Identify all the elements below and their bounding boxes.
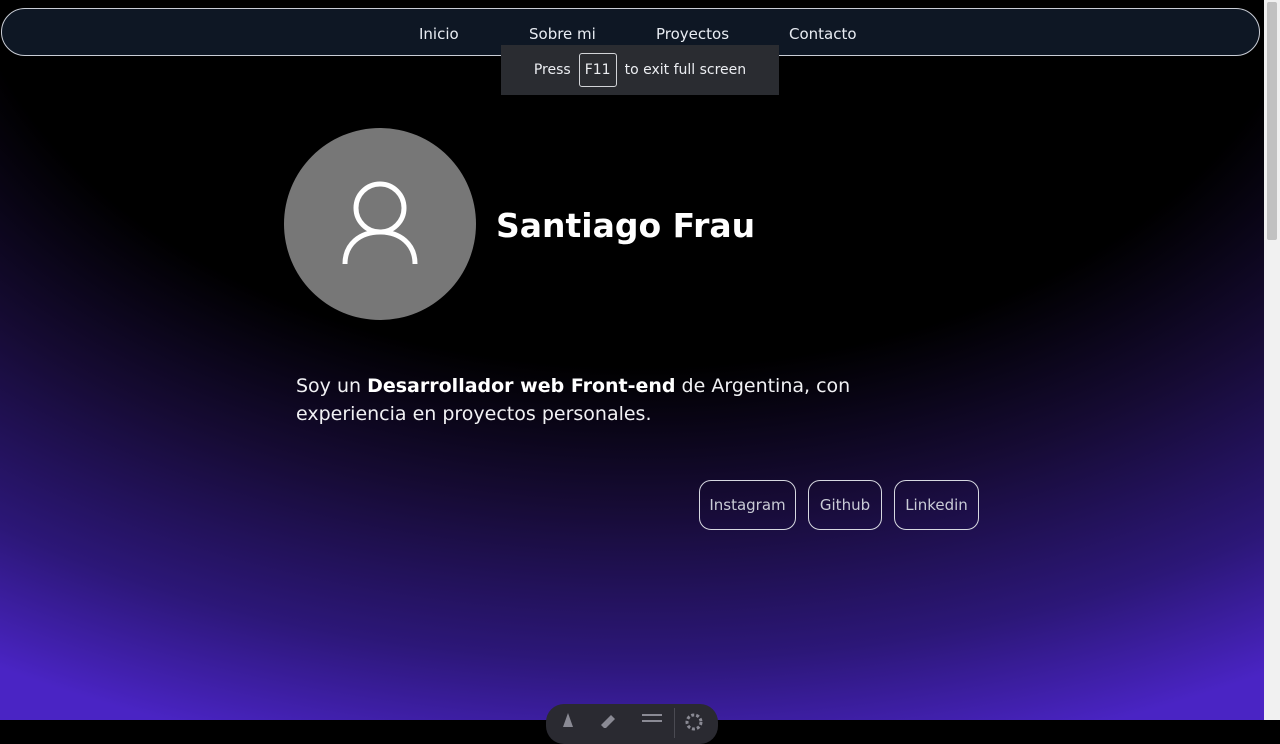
linkedin-button[interactable]: Linkedin — [894, 480, 979, 530]
gear-icon[interactable] — [684, 712, 704, 732]
nav-link-sobre-mi[interactable]: Sobre mi — [529, 25, 596, 43]
instagram-button[interactable]: Instagram — [699, 480, 796, 530]
nav-link-proyectos[interactable]: Proyectos — [656, 25, 729, 43]
toolbar-divider — [674, 708, 675, 738]
hero-name: Santiago Frau — [496, 206, 756, 245]
marker-icon[interactable] — [598, 712, 618, 728]
avatar — [284, 128, 476, 320]
user-icon — [342, 181, 418, 265]
about-text-before: Soy un — [296, 375, 368, 397]
github-button[interactable]: Github — [808, 480, 882, 530]
bottom-toolbar — [546, 704, 718, 744]
fullscreen-notice-press: Press — [533, 62, 571, 78]
about-highlight: Desarrollador web Front-end — [367, 375, 676, 397]
f11-key: F11 — [578, 53, 617, 87]
menu-icon[interactable] — [642, 712, 662, 728]
pen-icon[interactable] — [560, 712, 576, 728]
nav-link-contacto[interactable]: Contacto — [789, 25, 857, 43]
fullscreen-exit-notice: Press F11 to exit full screen — [501, 45, 779, 95]
scrollbar-thumb[interactable] — [1267, 2, 1277, 240]
fullscreen-notice-text: to exit full screen — [624, 62, 747, 78]
scrollbar[interactable] — [1264, 0, 1280, 720]
nav-link-inicio[interactable]: Inicio — [419, 25, 459, 43]
about-text: Soy un Desarrollador web Front-end de Ar… — [296, 372, 956, 428]
